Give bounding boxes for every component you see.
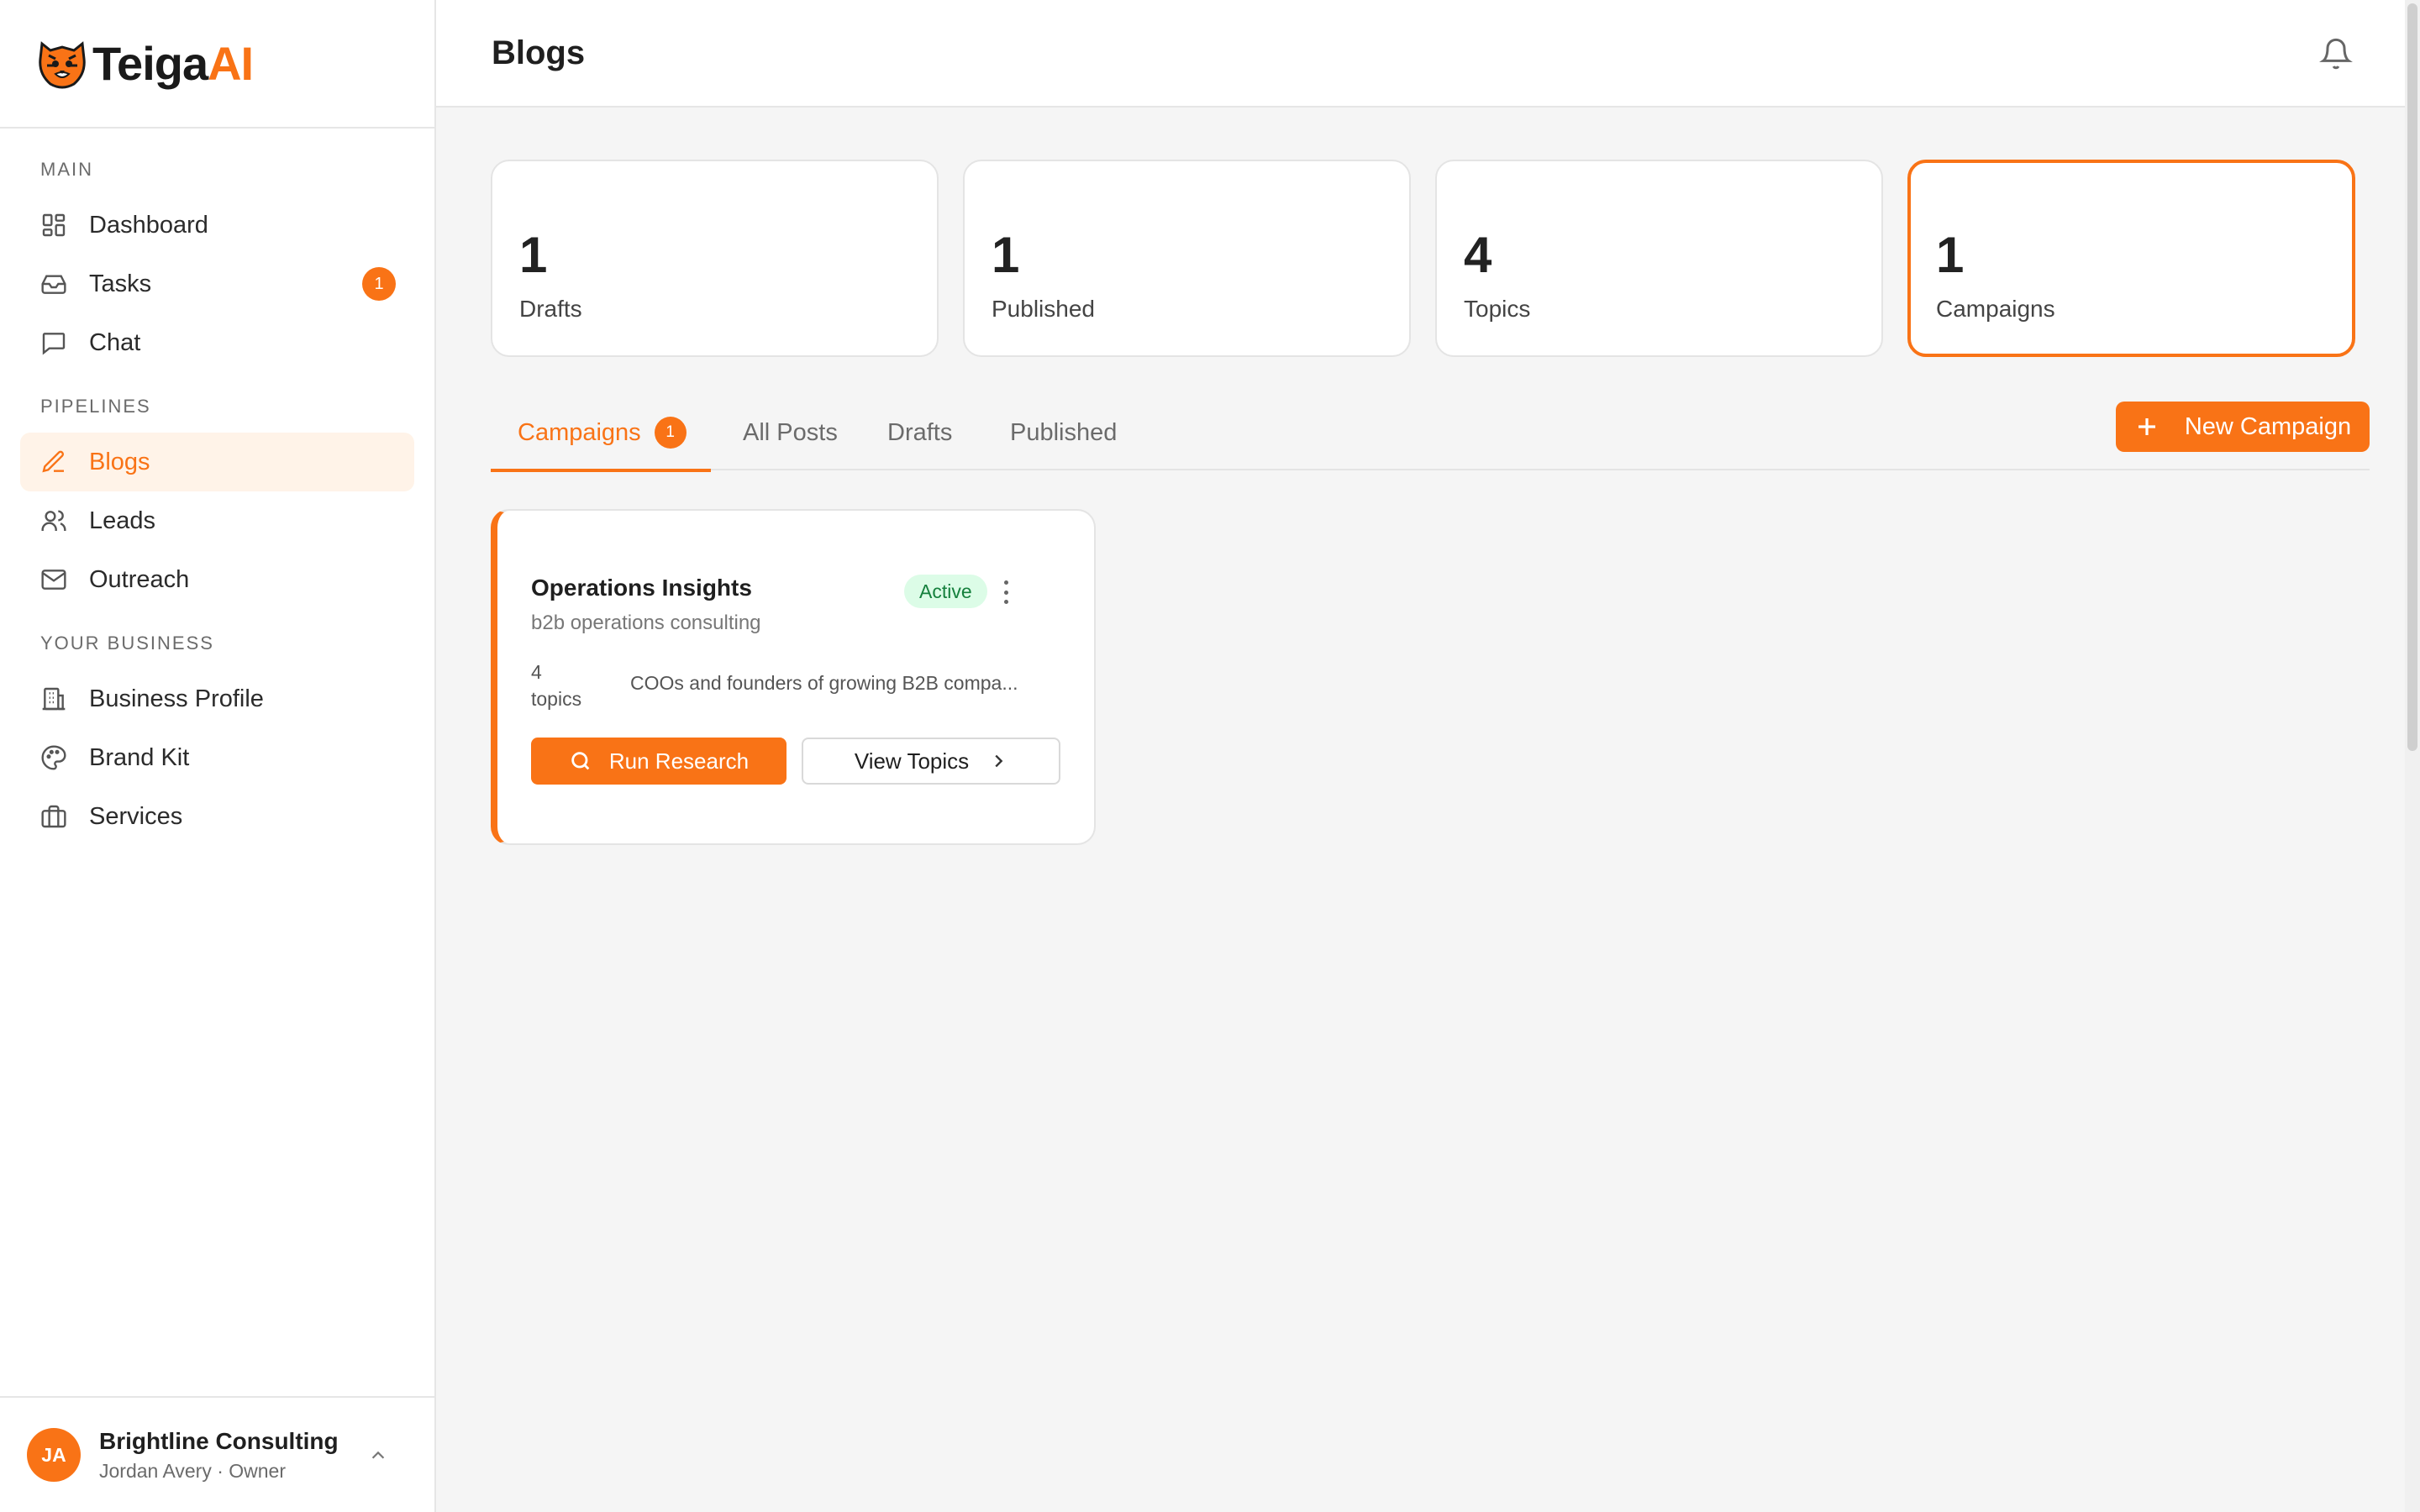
stat-label: Drafts	[519, 296, 582, 322]
run-research-button[interactable]: Run Research	[531, 738, 786, 785]
mail-icon	[40, 566, 67, 593]
section-label-pipelines: PIPELINES	[40, 396, 151, 417]
sidebar-item-label: Blogs	[89, 448, 150, 475]
sidebar-item-dashboard[interactable]: Dashboard	[20, 196, 414, 255]
pen-icon	[40, 449, 67, 475]
users-icon	[40, 507, 67, 534]
app-root: TeigaAI MAIN Dashboard Tasks 1 Chat PIPE…	[0, 0, 2420, 1512]
chevron-right-icon	[995, 754, 1003, 768]
scrollbar-thumb[interactable]	[2407, 3, 2417, 751]
logo[interactable]: TeigaAI	[0, 0, 434, 129]
search-icon	[571, 752, 590, 770]
view-topics-button[interactable]: View Topics	[802, 738, 1060, 785]
sidebar-item-label: Chat	[89, 328, 141, 356]
sidebar-item-label: Dashboard	[89, 211, 208, 239]
page-title: Blogs	[492, 34, 586, 71]
tab-label: Campaigns	[518, 418, 641, 446]
new-campaign-label: New Campaign	[2184, 412, 2352, 440]
logo-text: TeigaAI	[92, 37, 254, 90]
campaign-title: Operations Insights	[531, 575, 752, 601]
sidebar-item-label: Leads	[89, 507, 156, 534]
view-topics-label: View Topics	[854, 748, 970, 774]
sidebar-item-services[interactable]: Services	[20, 787, 414, 846]
briefcase-icon	[40, 803, 67, 830]
account-name: Brightline Consulting	[99, 1427, 339, 1454]
campaign-audience: COOs and founders of growing B2B compa..…	[630, 672, 1018, 694]
main-content: Blogs 1 Drafts 1 Published 4 Topics 1 Ca…	[436, 0, 2420, 1512]
stat-label: Topics	[1464, 296, 1531, 322]
top-bar: Blogs	[436, 0, 2420, 108]
building-icon	[40, 685, 67, 712]
avatar: JA	[27, 1428, 81, 1482]
tab-campaigns[interactable]: Campaigns 1	[491, 395, 711, 472]
topics-count: 4 topics	[531, 659, 598, 712]
plus-icon	[2138, 418, 2155, 435]
tab-all-posts[interactable]: All Posts	[743, 395, 838, 470]
sidebar-item-blogs[interactable]: Blogs	[20, 433, 414, 491]
stats-row: 1 Drafts 1 Published 4 Topics 1 Campaign…	[491, 160, 2355, 357]
stat-value: 4	[1464, 227, 1492, 283]
sidebar-item-label: Outreach	[89, 565, 190, 593]
sidebar-item-chat[interactable]: Chat	[20, 313, 414, 372]
tab-label: All Posts	[743, 418, 838, 446]
palette-icon	[40, 744, 67, 771]
sidebar: TeigaAI MAIN Dashboard Tasks 1 Chat PIPE…	[0, 0, 436, 1512]
account-text: Brightline Consulting Jordan Avery · Own…	[99, 1428, 339, 1483]
chevron-up-icon[interactable]	[369, 1446, 387, 1465]
stat-card-topics[interactable]: 4 Topics	[1435, 160, 1883, 357]
stat-label: Campaigns	[1936, 296, 2055, 322]
new-campaign-button[interactable]: New Campaign	[2116, 402, 2370, 452]
tab-published[interactable]: Published	[1010, 395, 1117, 470]
sidebar-item-tasks[interactable]: Tasks 1	[20, 255, 414, 313]
stat-label: Published	[992, 296, 1095, 322]
sidebar-item-label: Business Profile	[89, 685, 264, 712]
run-research-label: Run Research	[608, 748, 750, 774]
tiger-logo-icon	[39, 40, 86, 88]
tab-bar: Campaigns 1 All Posts Drafts Published N…	[491, 395, 2370, 472]
sidebar-item-label: Brand Kit	[89, 743, 190, 771]
topics-count-value: 4	[531, 661, 542, 683]
tab-label: Drafts	[887, 418, 953, 446]
section-label-main: MAIN	[40, 159, 93, 180]
stat-card-campaigns[interactable]: 1 Campaigns	[1907, 160, 2355, 357]
account-switcher[interactable]: JA Brightline Consulting Jordan Avery · …	[0, 1396, 434, 1512]
bell-icon[interactable]	[2319, 37, 2353, 71]
campaign-card[interactable]: Operations Insights b2b operations consu…	[491, 509, 1096, 845]
tab-label: Published	[1010, 418, 1118, 446]
sidebar-item-label: Services	[89, 802, 183, 830]
status-badge: Active	[904, 575, 987, 608]
tab-drafts[interactable]: Drafts	[887, 395, 952, 470]
stat-value: 1	[519, 227, 548, 283]
sidebar-nav: MAIN Dashboard Tasks 1 Chat PIPELINES Bl…	[0, 129, 434, 846]
sidebar-item-label: Tasks	[89, 270, 152, 297]
chat-icon	[40, 329, 67, 356]
account-subtitle: Jordan Avery · Owner	[99, 1459, 287, 1482]
stat-value: 1	[1936, 227, 1965, 283]
more-vertical-icon[interactable]	[993, 578, 1018, 606]
campaign-subtitle: b2b operations consulting	[531, 612, 761, 634]
tasks-count-badge: 1	[362, 267, 396, 301]
sidebar-item-leads[interactable]: Leads	[20, 491, 414, 550]
sidebar-item-outreach[interactable]: Outreach	[20, 550, 414, 609]
stat-value: 1	[992, 227, 1020, 283]
topics-count-unit: topics	[531, 688, 582, 710]
campaigns-count-badge: 1	[654, 417, 687, 449]
scrollbar[interactable]	[2405, 0, 2420, 1512]
section-label-your-business: YOUR BUSINESS	[40, 633, 214, 654]
stat-card-published[interactable]: 1 Published	[963, 160, 1411, 357]
sidebar-item-brand-kit[interactable]: Brand Kit	[20, 728, 414, 787]
sidebar-item-business-profile[interactable]: Business Profile	[20, 669, 414, 728]
inbox-icon	[40, 270, 67, 297]
stat-card-drafts[interactable]: 1 Drafts	[491, 160, 939, 357]
dashboard-icon	[40, 212, 67, 239]
